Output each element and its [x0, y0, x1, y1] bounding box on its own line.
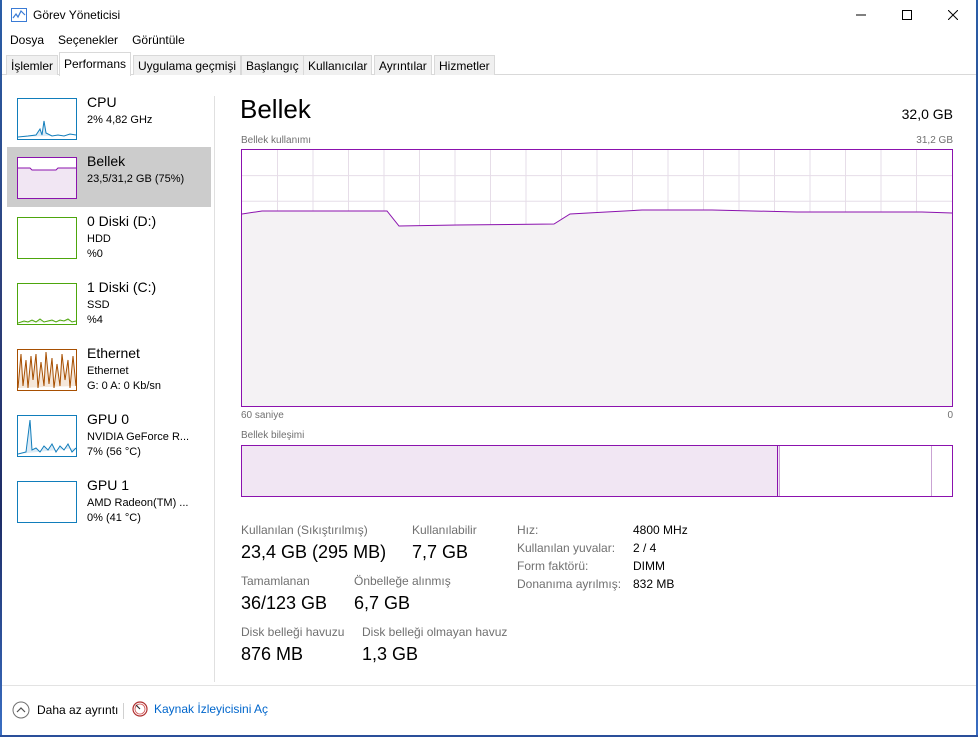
detail-form-factor-value: DIMM [633, 559, 665, 573]
detail-form-factor-label: Form faktörü: [517, 559, 589, 573]
tab-islemler[interactable]: İşlemler [6, 55, 59, 75]
stat-available-value: 7,7 GB [412, 542, 469, 562]
title-bar: Görev Yöneticisi [2, 0, 976, 30]
sidebar-item-detail: 23,5/31,2 GB (75%) [87, 173, 185, 185]
sidebar-item-ethernet[interactable]: Ethernet Ethernet G: 0 A: 0 Kb/sn [7, 339, 211, 399]
footer-bar: Daha az ayrıntı Kaynak İzleyicisini Aç [2, 685, 976, 737]
sidebar-item-gpu-0[interactable]: GPU 0 NVIDIA GeForce R... 7% (56 °C) [7, 405, 211, 465]
maximize-icon [902, 10, 912, 20]
performance-sidebar: CPU 2% 4,82 GHz Bellek 23,5/31,2 GB (75%… [2, 84, 212, 684]
fewer-details-button[interactable]: Daha az ayrıntı [12, 701, 118, 719]
sidebar-item-usage: 7% (56 °C) [87, 446, 141, 458]
tab-hizmetler[interactable]: Hizmetler [434, 55, 495, 75]
sidebar-item-usage: 0% (41 °C) [87, 512, 141, 524]
tab-ayrintilar[interactable]: Ayrıntılar [374, 55, 432, 75]
footer-separator [123, 703, 124, 719]
composition-label: Bellek bileşimi [241, 430, 305, 441]
detail-slots-label: Kullanılan yuvalar: [517, 541, 616, 555]
sidebar-item-disk-1[interactable]: 1 Diski (C:) SSD %4 [7, 273, 211, 333]
memory-usage-graph [241, 149, 953, 407]
composition-modified [778, 446, 780, 496]
tab-performans[interactable]: Performans [59, 52, 132, 76]
fewer-details-label: Daha az ayrıntı [37, 703, 119, 717]
detail-speed-label: Hız: [517, 523, 539, 537]
resource-monitor-label: Kaynak İzleyicisini Aç [154, 702, 269, 716]
sidebar-item-detail: SSD [87, 299, 110, 311]
sidebar-item-detail: HDD [87, 233, 111, 245]
detail-speed-value: 4800 MHz [633, 523, 688, 537]
tab-baslangic[interactable]: Başlangıç [241, 55, 304, 75]
detail-reserved-value: 832 MB [633, 577, 675, 591]
sidebar-item-detail: 2% 4,82 GHz [87, 114, 153, 126]
stat-committed-value: 36/123 GB [241, 593, 328, 613]
sidebar-item-detail: NVIDIA GeForce R... [87, 431, 190, 443]
chevron-up-icon [12, 701, 30, 719]
sidebar-item-detail: Ethernet [87, 365, 129, 377]
gpu-graph-icon [17, 415, 77, 457]
sidebar-item-label: CPU [87, 94, 117, 110]
stat-available-label: Kullanılabilir [412, 523, 477, 537]
sidebar-item-bellek[interactable]: Bellek 23,5/31,2 GB (75%) [7, 147, 211, 207]
stat-paged-pool-value: 876 MB [241, 644, 304, 664]
disk-graph-icon [17, 217, 77, 259]
close-button[interactable] [930, 0, 976, 30]
memory-composition-bar [241, 445, 953, 497]
detail-reserved-label: Donanıma ayrılmış: [517, 577, 622, 591]
usage-label: Bellek kullanımı [241, 135, 312, 146]
page-title: Bellek [240, 94, 311, 124]
stat-nonpaged-pool-label: Disk belleği olmayan havuz [362, 625, 508, 639]
menu-bar: Dosya Seçenekler Görüntüle [2, 30, 976, 50]
resource-monitor-icon [132, 701, 148, 717]
tab-bar: İşlemler Performans Uygulama geçmişi Baş… [2, 52, 976, 76]
stat-in-use-value: 23,4 GB (295 MB) [241, 542, 387, 562]
sidebar-item-label: GPU 1 [87, 477, 130, 493]
menu-secenekler[interactable]: Seçenekler [50, 33, 124, 47]
sidebar-item-label: 1 Diski (C:) [87, 279, 157, 295]
memory-graph-icon [17, 157, 77, 199]
x-axis-left-label: 60 saniye [241, 410, 284, 421]
stat-cached-label: Önbelleğe alınmış [354, 574, 451, 588]
gpu-graph-icon [17, 481, 77, 523]
network-graph-icon [17, 349, 77, 391]
tab-uygulama-gecmisi[interactable]: Uygulama geçmişi [133, 55, 242, 75]
sidebar-item-disk-0[interactable]: 0 Diski (D:) HDD %0 [7, 207, 211, 267]
composition-in-use [242, 446, 778, 496]
sidebar-item-label: Ethernet [87, 345, 140, 361]
task-manager-icon [11, 8, 27, 22]
close-icon [948, 10, 958, 20]
open-resource-monitor-link[interactable]: Kaynak İzleyicisini Aç [132, 701, 268, 717]
maximize-button[interactable] [884, 0, 930, 30]
sidebar-item-cpu[interactable]: CPU 2% 4,82 GHz [7, 88, 211, 148]
tab-kullanicilar[interactable]: Kullanıcılar [303, 55, 373, 75]
minimize-icon [856, 14, 866, 16]
stat-committed-label: Tamamlanan [241, 574, 310, 588]
minimize-button[interactable] [838, 0, 884, 30]
menu-goruntule[interactable]: Görüntüle [124, 33, 191, 47]
sidebar-item-label: 0 Diski (D:) [87, 213, 157, 229]
sidebar-item-label: GPU 0 [87, 411, 130, 427]
stat-nonpaged-pool-value: 1,3 GB [362, 644, 419, 664]
total-memory: 32,0 GB [901, 106, 953, 122]
sidebar-item-label: Bellek [87, 153, 126, 169]
stat-in-use-label: Kullanılan (Sıkıştırılmış) [241, 523, 368, 537]
usage-max-label: 31,2 GB [916, 135, 953, 146]
cpu-graph-icon [17, 98, 77, 140]
disk-graph-icon [17, 283, 77, 325]
x-axis-right-label: 0 [947, 410, 953, 421]
composition-standby-end [931, 446, 932, 496]
stat-paged-pool-label: Disk belleği havuzu [241, 625, 345, 639]
sidebar-item-usage: G: 0 A: 0 Kb/sn [87, 380, 161, 392]
window-title: Görev Yöneticisi [33, 8, 121, 22]
memory-usage-svg [241, 150, 953, 406]
sidebar-item-detail: AMD Radeon(TM) ... [87, 497, 189, 509]
sidebar-divider [214, 96, 215, 682]
stat-cached-value: 6,7 GB [354, 593, 411, 613]
detail-slots-value: 2 / 4 [633, 541, 657, 555]
sidebar-item-gpu-1[interactable]: GPU 1 AMD Radeon(TM) ... 0% (41 °C) [7, 471, 211, 531]
sidebar-item-usage: %4 [87, 314, 103, 326]
sidebar-item-usage: %0 [87, 248, 103, 260]
menu-dosya[interactable]: Dosya [2, 33, 50, 47]
